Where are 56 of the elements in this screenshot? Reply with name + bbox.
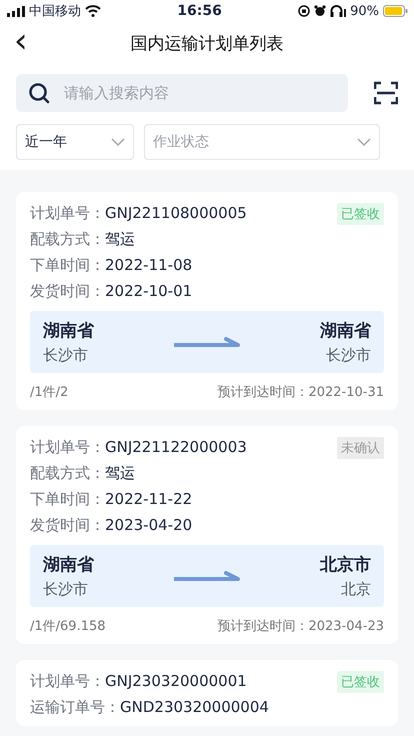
order-card[interactable]: 计划单号：GNJ230320000001 运输订单号：GND230320000004 已签收 xyxy=(16,660,398,726)
page-title: 国内运输计划单列表 xyxy=(130,32,284,54)
filter-dropdown[interactable]: 近一年 xyxy=(16,124,134,160)
destination-city: 长沙市 xyxy=(326,346,371,365)
alarm-icon xyxy=(314,5,326,17)
headphones-icon xyxy=(330,5,346,17)
field-value: GNJ221122000003 xyxy=(105,437,247,457)
signal-icon xyxy=(7,6,25,16)
field-label: 计划单号： xyxy=(30,203,105,223)
status-badge: 已签收 xyxy=(337,203,384,225)
field-value: 2022-11-22 xyxy=(105,489,192,509)
origin-city: 长沙市 xyxy=(43,580,89,599)
battery-percent: 90% xyxy=(350,4,379,18)
field-label: 配载方式： xyxy=(30,229,105,249)
field-label: 计划单号： xyxy=(30,437,105,457)
origin-province: 湖南省 xyxy=(43,554,94,576)
field-value: 2022-11-08 xyxy=(105,255,192,275)
battery-icon xyxy=(382,5,408,17)
rotation-lock-icon xyxy=(298,5,310,17)
carrier-name: 中国移动 xyxy=(29,3,81,20)
origin-province: 湖南省 xyxy=(43,320,94,342)
destination-city: 北京 xyxy=(341,580,371,599)
field-value: 驾运 xyxy=(105,463,135,483)
field-value: GND230320000004 xyxy=(120,697,269,717)
status-badge: 已签收 xyxy=(337,671,384,693)
field-label: 发货时间： xyxy=(30,281,105,301)
eta-text: 预计到达时间：2023-04-23 xyxy=(217,618,384,635)
search-field[interactable]: 请输入搜索内容 xyxy=(62,83,336,103)
field-label: 运输订单号： xyxy=(30,697,120,717)
clock-time: 16:56 xyxy=(177,3,222,19)
field-label: 配载方式： xyxy=(30,463,105,483)
field-value: GNJ230320000001 xyxy=(105,671,247,691)
field-label: 发货时间： xyxy=(30,515,105,535)
destination-province: 北京市 xyxy=(320,554,371,576)
order-card[interactable]: 计划单号：GNJ221108000005 配载方式：驾运 下单时间：2022-11-08 发货时间：2022-10-01 已签收 湖南省 长沙市 湖南省 长沙市 /1件/2 预计到达时间：2022-10-31 xyxy=(16,192,398,410)
order-card[interactable]: 计划单号：GNJ221122000003 配载方式：驾运 下单时间：2022-11-22 发货时间：2023-04-20 未确认 湖南省 长沙市 北京市 北京 /1件/69.158 预计到达时间：2023-04-23 xyxy=(16,426,398,644)
search-bar[interactable]: 请输入搜索内容 xyxy=(16,74,348,112)
origin-city: 长沙市 xyxy=(43,346,89,365)
back-button[interactable]: ‹ xyxy=(10,24,32,58)
quantity-summary: /1件/69.158 xyxy=(30,618,106,635)
field-value: GNJ221108000005 xyxy=(105,203,247,223)
quantity-summary: /1件/2 xyxy=(30,384,68,401)
search-icon xyxy=(28,82,50,104)
field-value: 驾运 xyxy=(105,229,135,249)
field-value: 2022-10-01 xyxy=(105,281,192,301)
destination-province: 湖南省 xyxy=(320,320,371,342)
field-label: 计划单号： xyxy=(30,671,105,691)
scan-icon[interactable] xyxy=(374,81,398,105)
chevron-down-icon xyxy=(357,138,371,146)
chevron-down-icon xyxy=(111,138,125,146)
field-label: 下单时间： xyxy=(30,489,105,509)
status-badge: 未确认 xyxy=(337,437,384,459)
wifi-icon xyxy=(85,5,101,17)
field-label: 下单时间： xyxy=(30,255,105,275)
field-value: 2023-04-20 xyxy=(105,515,192,535)
eta-text: 预计到达时间：2022-10-31 xyxy=(217,384,384,401)
